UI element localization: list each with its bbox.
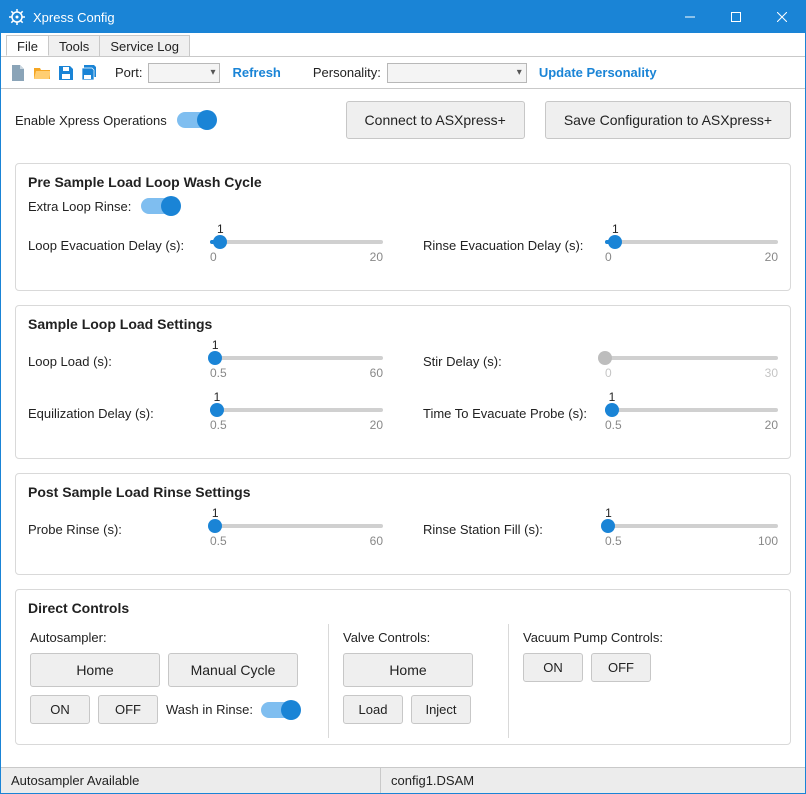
tab-file[interactable]: File [6,35,49,56]
rinse-station-fill-slider[interactable]: 1 0.5100 [605,508,778,548]
stir-delay-label: Stir Delay (s): [423,340,595,369]
new-file-icon[interactable] [9,64,27,82]
time-evacuate-probe-slider[interactable]: 1 0.520 [605,392,778,432]
tab-service-log[interactable]: Service Log [99,35,190,56]
wash-in-rinse-toggle[interactable] [261,702,299,718]
section-post-rinse: Post Sample Load Rinse Settings Probe Ri… [15,473,791,575]
rinse-evac-delay-slider[interactable]: 1 020 [605,224,778,264]
section-direct-controls: Direct Controls Autosampler: Home Manual… [15,589,791,745]
window-title: Xpress Config [33,10,667,25]
autosampler-label: Autosampler: [30,630,314,645]
chevron-down-icon: ▾ [517,67,522,78]
section-title: Pre Sample Load Loop Wash Cycle [28,174,778,190]
save-config-button[interactable]: Save Configuration to ASXpress+ [545,101,791,139]
status-config-file: config1.DSAM [381,768,484,793]
autosampler-on-button[interactable]: ON [30,695,90,724]
section-loop-load: Sample Loop Load Settings Loop Load (s):… [15,305,791,459]
manual-cycle-button[interactable]: Manual Cycle [168,653,298,687]
autosampler-home-button[interactable]: Home [30,653,160,687]
vacuum-label: Vacuum Pump Controls: [523,630,764,645]
stir-delay-slider[interactable]: 030 [605,340,778,380]
extra-loop-rinse-toggle[interactable] [141,198,179,214]
statusbar: Autosampler Available config1.DSAM [1,767,805,793]
section-title: Sample Loop Load Settings [28,316,778,332]
titlebar: Xpress Config [1,1,805,33]
rinse-station-fill-label: Rinse Station Fill (s): [423,508,595,537]
valve-load-button[interactable]: Load [343,695,403,724]
section-title: Post Sample Load Rinse Settings [28,484,778,500]
equilization-delay-slider[interactable]: 1 0.520 [210,392,383,432]
personality-select[interactable]: ▾ [387,63,527,83]
section-title: Direct Controls [28,600,778,616]
port-select[interactable]: ▾ [148,63,220,83]
vacuum-controls: Vacuum Pump Controls: ON OFF [508,624,778,738]
rinse-evac-delay-label: Rinse Evacuation Delay (s): [423,224,595,253]
port-label: Port: [115,65,142,80]
save-icon[interactable] [57,64,75,82]
autosampler-off-button[interactable]: OFF [98,695,158,724]
vacuum-off-button[interactable]: OFF [591,653,651,682]
close-button[interactable] [759,1,805,33]
update-personality-button[interactable]: Update Personality [533,65,663,80]
refresh-button[interactable]: Refresh [226,65,286,80]
extra-loop-rinse-label: Extra Loop Rinse: [28,199,131,214]
connect-button[interactable]: Connect to ASXpress+ [346,101,525,139]
valve-home-button[interactable]: Home [343,653,473,687]
valve-controls: Valve Controls: Home Load Inject [328,624,508,738]
minimize-button[interactable] [667,1,713,33]
app-gear-icon [9,9,25,25]
chevron-down-icon: ▾ [210,67,215,78]
maximize-button[interactable] [713,1,759,33]
vacuum-on-button[interactable]: ON [523,653,583,682]
probe-rinse-label: Probe Rinse (s): [28,508,200,537]
menubar: File Tools Service Log [1,33,805,57]
status-autosampler: Autosampler Available [1,768,381,793]
personality-label: Personality: [313,65,381,80]
app-window: Xpress Config File Tools Service Log Por… [0,0,806,794]
probe-rinse-slider[interactable]: 1 0.560 [210,508,383,548]
section-pre-wash: Pre Sample Load Loop Wash Cycle Extra Lo… [15,163,791,291]
autosampler-controls: Autosampler: Home Manual Cycle ON OFF Wa… [28,624,328,738]
loop-evac-delay-label: Loop Evacuation Delay (s): [28,224,200,253]
wash-in-rinse-label: Wash in Rinse: [166,702,253,717]
toolbar: Port: ▾ Refresh Personality: ▾ Update Pe… [1,57,805,89]
equilization-delay-label: Equilization Delay (s): [28,392,200,421]
valve-inject-button[interactable]: Inject [411,695,471,724]
open-folder-icon[interactable] [33,64,51,82]
valve-label: Valve Controls: [343,630,494,645]
save-all-icon[interactable] [81,64,99,82]
tab-tools[interactable]: Tools [48,35,100,56]
enable-xpress-label: Enable Xpress Operations [15,113,167,128]
loop-load-slider[interactable]: 1 0.560 [210,340,383,380]
loop-load-label: Loop Load (s): [28,340,200,369]
time-evacuate-probe-label: Time To Evacuate Probe (s): [423,392,595,421]
enable-xpress-toggle[interactable] [177,112,215,128]
loop-evac-delay-slider[interactable]: 1 020 [210,224,383,264]
